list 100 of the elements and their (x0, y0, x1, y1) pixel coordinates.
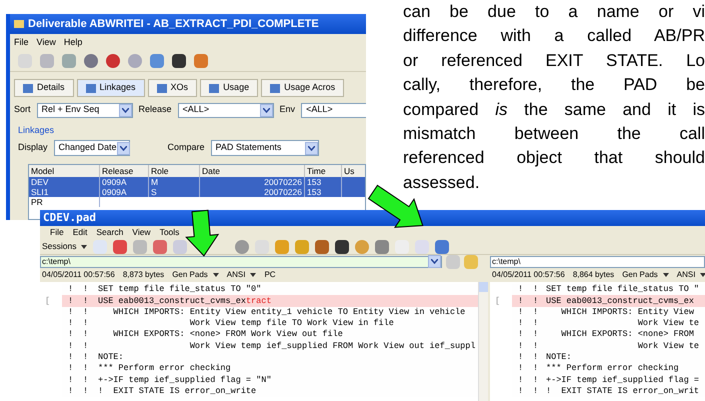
dropdown-button[interactable] (260, 104, 273, 116)
body-paragraph: can be due to a name or vi difference with a called AB/PR or referenced EXIT STATE. Lo cally, therefore, the PAD be compared is the same and it is mismatch between the call referenced object that should assessed. (403, 1, 705, 194)
flag-text: ! (68, 374, 74, 386)
chevron-icon (308, 146, 315, 150)
flag-text: ! (68, 294, 74, 308)
code-text: +->IF temp ief_supplied flag = (546, 374, 700, 386)
tab[interactable]: Details (14, 79, 74, 97)
code-text: USE eab0013_construct_cvms_extract (98, 294, 272, 308)
caret-icon (212, 273, 219, 277)
flag-text: ! (518, 362, 524, 376)
flag-text: ! (83, 340, 89, 353)
flag-text: ! (68, 317, 74, 330)
flag-text: ! (533, 328, 539, 342)
flag-text: ! (68, 340, 74, 353)
code-text: *** Perform error checking (546, 362, 679, 376)
encoding-dropdown[interactable]: ANSI (226, 269, 256, 281)
table-row[interactable]: SLI1 0909A S 20070226 153 (29, 187, 365, 197)
table-row[interactable]: DEV 0909A M 20070226 153 (29, 177, 365, 187)
flag-text: ! (83, 328, 89, 342)
flag-text: ! (68, 384, 74, 398)
line-ending-label[interactable]: PC (264, 269, 276, 281)
window-title: Deliverable ABWRITEI - AB_EXTRACT_PDI_COMPLETE (28, 16, 319, 32)
encoding-dropdown[interactable]: ANSI (676, 269, 705, 281)
table-cell: PR (29, 197, 100, 207)
menu-item[interactable]: Help (64, 36, 82, 50)
scrollbar[interactable] (478, 282, 488, 401)
flag-text: ! (83, 306, 89, 319)
flag-text: ! (83, 351, 89, 364)
code-text: +->IF temp ief_supplied flag = "N" (98, 374, 272, 386)
flag-text: ! (518, 384, 524, 398)
code-text: NOTE: (546, 351, 572, 364)
dropdown-button[interactable] (118, 104, 132, 116)
format-dropdown[interactable]: Gen Pads (172, 269, 219, 281)
flag-text: ! (533, 283, 539, 296)
tab[interactable]: XOs (148, 79, 198, 97)
menu-item[interactable]: File (50, 226, 64, 239)
flag-text: ! (68, 306, 74, 319)
code-text: Work View te (636, 317, 700, 330)
tab[interactable]: Usage (200, 79, 258, 97)
filter-dropdown[interactable]: <ALL> (178, 102, 274, 118)
path-field[interactable]: c:\temp\ (40, 256, 442, 268)
display-dropdown[interactable]: Changed Date (54, 140, 130, 156)
flag-text: ! (518, 317, 524, 330)
compare-dropdown[interactable]: PAD Statements (210, 140, 319, 156)
format-dropdown[interactable]: Gen Pads (622, 269, 669, 281)
flag-text: ! (83, 384, 89, 398)
display-label: Display (18, 141, 48, 154)
menu-item[interactable]: Edit (72, 226, 88, 239)
caret-icon (662, 273, 669, 277)
flag-text: ! (518, 351, 524, 364)
chevron-icon (122, 108, 129, 112)
filter-dropdown[interactable]: <ALL> (301, 102, 366, 118)
code-text: ! EXIT STATE IS error_on_write (98, 384, 256, 398)
filter-label: Release (138, 103, 172, 116)
code-text: Work View temp ief_supplied FROM Work View out ief_suppl (188, 340, 476, 353)
flag-text: ! (518, 306, 524, 319)
filter-dropdown[interactable]: Rel + Env Seq (36, 102, 133, 118)
chevron-icon (262, 108, 270, 112)
flag-text: ! (68, 328, 74, 342)
menu-item[interactable]: File (14, 36, 29, 50)
code-text: WHICH EXPORTS: <none> FROM Work View out file (112, 328, 343, 342)
menu-item[interactable]: View (132, 226, 151, 239)
code-text: SET temp file file_status TO "0" (98, 283, 262, 296)
tab[interactable]: Linkages (76, 79, 145, 97)
menu-item[interactable]: View (36, 36, 56, 50)
flag-text: ! (518, 294, 524, 308)
code-text: ! EXIT STATE IS error_on_writ (546, 384, 700, 398)
dropdown-button[interactable] (304, 142, 318, 154)
compare-label: Compare (168, 141, 205, 154)
filter-label: Env (280, 103, 296, 116)
code-text: Work View te (636, 340, 700, 353)
file-size: 8,864 bytes (572, 269, 614, 281)
code-text: WHICH IMPORTS: Entity View (560, 306, 694, 318)
flag-text: ! (83, 294, 89, 308)
code-text: Work View temp file TO Work View in file (188, 317, 394, 330)
caret-icon (250, 273, 256, 277)
dropdown-button[interactable] (116, 142, 130, 154)
code-text: USE eab0013_construct_cvms_ex (546, 294, 694, 308)
flag-text: ! (533, 317, 539, 330)
file-timestamp: 04/05/2011 00:57:56 (492, 269, 565, 281)
tab[interactable]: Usage Acros (261, 79, 344, 97)
menu-item[interactable]: Tools (160, 226, 180, 239)
chevron-icon (431, 259, 438, 264)
code-text: SET temp file file_status TO " (546, 283, 700, 296)
sessions-dropdown[interactable]: Sessions (42, 240, 86, 253)
path-field[interactable]: c:\temp\ (490, 256, 705, 268)
flag-text: ! (533, 340, 539, 353)
menu-item[interactable]: Search (96, 226, 124, 239)
caret-icon (700, 273, 705, 277)
dropdown-button[interactable] (428, 255, 441, 268)
flag-text: ! (533, 374, 539, 386)
flag-text: ! (533, 384, 539, 398)
group-legend: Linkages (10, 125, 366, 135)
flag-text: ! (83, 317, 89, 330)
flag-text: ! (533, 362, 539, 376)
flag-text: ! (83, 283, 89, 296)
flag-text: ! (518, 374, 524, 386)
arrow-drawing (185, 210, 220, 257)
change-marker: [ (495, 296, 500, 306)
code-text: *** Perform error checking (98, 362, 231, 376)
